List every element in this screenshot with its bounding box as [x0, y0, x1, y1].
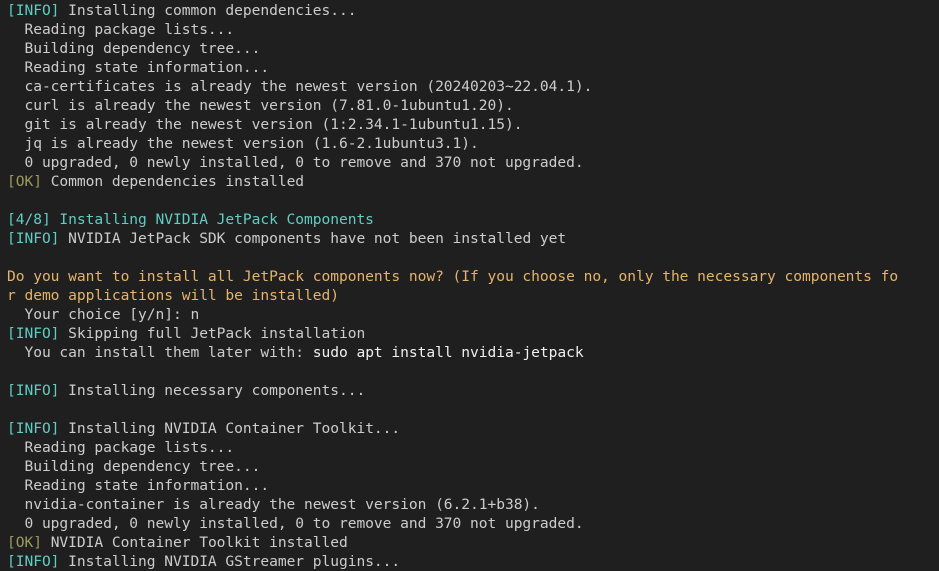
log-text: Skipping full JetPack installation — [59, 325, 366, 342]
info-tag: [INFO] — [7, 230, 60, 247]
info-tag: [INFO] — [7, 325, 60, 342]
terminal-line: Your choice [y/n]: n — [7, 305, 939, 324]
terminal-line: r demo applications will be installed) — [7, 286, 939, 305]
log-text: curl is already the newest version (7.81… — [7, 97, 514, 114]
log-text: 0 upgraded, 0 newly installed, 0 to remo… — [7, 154, 584, 171]
log-text: nvidia-container is already the newest v… — [7, 496, 540, 513]
log-text: Reading state information... — [7, 477, 270, 494]
log-text: NVIDIA JetPack SDK components have not b… — [59, 230, 567, 247]
terminal-line: Building dependency tree... — [7, 457, 939, 476]
log-text: NVIDIA Container Toolkit installed — [41, 534, 348, 551]
log-text: jq is already the newest version (1.6-2.… — [7, 135, 479, 152]
log-text: 0 upgraded, 0 newly installed, 0 to remo… — [7, 515, 584, 532]
log-text: Reading package lists... — [7, 439, 235, 456]
ok-tag: [OK] — [7, 534, 42, 551]
terminal-line: [INFO] Installing NVIDIA Container Toolk… — [7, 419, 939, 438]
log-text: Installing necessary components... — [59, 382, 366, 399]
terminal-line: [INFO] Skipping full JetPack installatio… — [7, 324, 939, 343]
log-text: ca-certificates is already the newest ve… — [7, 78, 593, 95]
terminal-line: [INFO] NVIDIA JetPack SDK components hav… — [7, 229, 939, 248]
terminal-line: ca-certificates is already the newest ve… — [7, 77, 939, 96]
log-text: Building dependency tree... — [7, 458, 261, 475]
info-tag: [INFO] — [7, 553, 60, 570]
terminal-line: [INFO] Installing common dependencies... — [7, 1, 939, 20]
log-text: Reading package lists... — [7, 21, 235, 38]
terminal-line: curl is already the newest version (7.81… — [7, 96, 939, 115]
log-text: Installing common dependencies... — [59, 2, 357, 19]
terminal-line: 0 upgraded, 0 newly installed, 0 to remo… — [7, 514, 939, 533]
terminal-line: [OK] Common dependencies installed — [7, 172, 939, 191]
terminal-line: Building dependency tree... — [7, 39, 939, 58]
log-text: Building dependency tree... — [7, 40, 261, 57]
log-text: Common dependencies installed — [41, 173, 305, 190]
terminal-line: [INFO] Installing NVIDIA GStreamer plugi… — [7, 552, 939, 571]
info-tag: [4/8] Installing NVIDIA JetPack Componen… — [7, 211, 374, 228]
terminal-line: You can install them later with: sudo ap… — [7, 343, 939, 362]
log-text: Installing NVIDIA Container Toolkit... — [59, 420, 401, 437]
info-tag: [INFO] — [7, 420, 60, 437]
prompt-text: r demo applications will be installed) — [7, 287, 339, 304]
terminal-output[interactable]: [INFO] Installing common dependencies...… — [0, 0, 939, 571]
ok-tag: [OK] — [7, 173, 42, 190]
terminal-line: Reading package lists... — [7, 438, 939, 457]
terminal-line: git is already the newest version (1:2.3… — [7, 115, 939, 134]
terminal-line: Reading state information... — [7, 476, 939, 495]
log-text: Your choice [y/n]: n — [7, 306, 200, 323]
terminal-line: 0 upgraded, 0 newly installed, 0 to remo… — [7, 153, 939, 172]
log-text: Installing NVIDIA GStreamer plugins... — [59, 553, 401, 570]
terminal-line: [OK] NVIDIA Container Toolkit installed — [7, 533, 939, 552]
terminal-line: Do you want to install all JetPack compo… — [7, 267, 939, 286]
log-text: git is already the newest version (1:2.3… — [7, 116, 523, 133]
terminal-line: [4/8] Installing NVIDIA JetPack Componen… — [7, 210, 939, 229]
command-text: sudo apt install nvidia-jetpack — [312, 344, 584, 361]
terminal-line: jq is already the newest version (1.6-2.… — [7, 134, 939, 153]
log-text: Reading state information... — [7, 59, 270, 76]
info-tag: [INFO] — [7, 382, 60, 399]
terminal-line: Reading state information... — [7, 58, 939, 77]
info-tag: [INFO] — [7, 2, 60, 19]
terminal-line: [INFO] Installing necessary components..… — [7, 381, 939, 400]
terminal-line: Reading package lists... — [7, 20, 939, 39]
prompt-text: Do you want to install all JetPack compo… — [7, 268, 899, 285]
terminal-line: nvidia-container is already the newest v… — [7, 495, 939, 514]
log-text: You can install them later with: — [7, 344, 313, 361]
